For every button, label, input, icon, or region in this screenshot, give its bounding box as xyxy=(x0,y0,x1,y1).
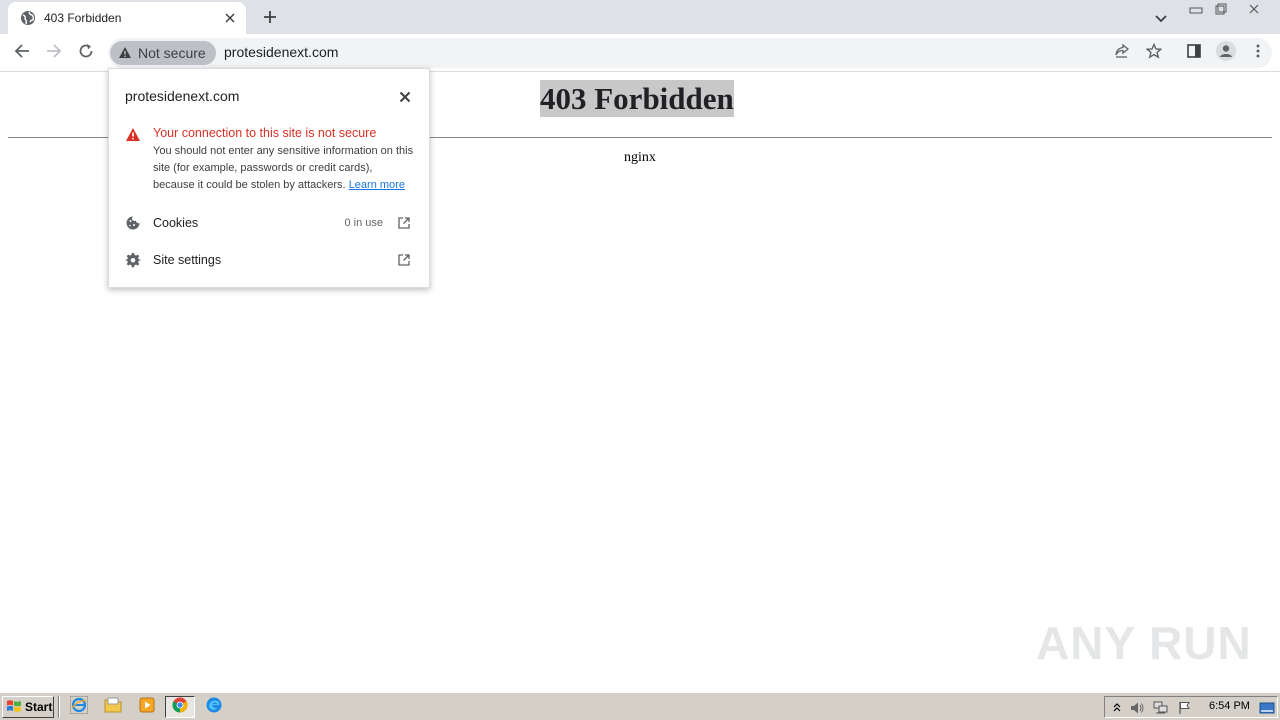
arrow-left-icon xyxy=(14,43,30,63)
tab-search-button[interactable] xyxy=(1150,6,1172,28)
site-info-popup: protesidenext.com Your connection to thi… xyxy=(108,68,430,288)
security-chip-label: Not secure xyxy=(138,45,206,61)
browser-toolbar: Not secure protesidenext.com xyxy=(0,34,1280,72)
media-player-icon xyxy=(139,697,155,717)
popup-host: protesidenext.com xyxy=(125,88,240,104)
taskbar-clock[interactable]: 6:54 PM xyxy=(1209,700,1250,712)
external-link-icon xyxy=(397,215,413,231)
chevron-down-icon xyxy=(1155,8,1167,27)
site-settings-label: Site settings xyxy=(153,253,222,267)
new-tab-button[interactable] xyxy=(258,6,282,30)
external-link-icon xyxy=(397,252,413,268)
ie-icon xyxy=(69,695,89,718)
start-button[interactable]: Start xyxy=(2,696,54,718)
menu-button[interactable] xyxy=(1244,39,1272,67)
edge-icon xyxy=(206,697,222,717)
security-chip[interactable]: Not secure xyxy=(110,41,216,65)
learn-more-link[interactable]: Learn more xyxy=(349,179,405,191)
taskbar: Start 6:54 PM xyxy=(0,692,1280,720)
cookies-count: 0 in use xyxy=(344,217,383,229)
cookies-row[interactable]: Cookies 0 in use xyxy=(109,207,429,239)
window-close-button[interactable] xyxy=(1242,0,1266,18)
url-text[interactable]: protesidenext.com xyxy=(224,44,338,60)
show-desktop-icon[interactable] xyxy=(1259,700,1275,716)
reload-button[interactable] xyxy=(72,39,100,67)
page-heading: 403 Forbidden xyxy=(540,80,734,117)
side-panel-icon xyxy=(1186,43,1202,63)
tab-close-icon[interactable] xyxy=(222,10,238,26)
connection-warning-title: Your connection to this site is not secu… xyxy=(153,126,377,140)
windows-logo-icon xyxy=(6,698,22,717)
restore-icon xyxy=(1214,0,1228,19)
anyrun-watermark: ANY RUN xyxy=(1036,612,1251,674)
network-icon[interactable] xyxy=(1153,700,1169,716)
taskbar-app-media[interactable] xyxy=(132,696,162,718)
volume-icon[interactable] xyxy=(1129,700,1145,716)
share-button[interactable] xyxy=(1111,42,1133,64)
tab-strip: 403 Forbidden xyxy=(0,0,1280,34)
warning-triangle-icon xyxy=(125,127,141,143)
popup-close-button[interactable] xyxy=(395,87,415,107)
warning-triangle-icon xyxy=(118,44,132,63)
system-tray: 6:54 PM xyxy=(1104,696,1278,718)
tab-title: 403 Forbidden xyxy=(44,11,122,25)
star-icon xyxy=(1145,42,1163,63)
cookie-icon xyxy=(125,215,141,231)
minimize-button[interactable] xyxy=(1184,0,1208,18)
taskbar-separator xyxy=(58,696,60,718)
arrow-right-icon xyxy=(46,43,62,63)
chrome-icon xyxy=(172,697,188,717)
watermark-text: ANY RUN xyxy=(1036,617,1252,669)
connection-warning-body: You should not enter any sensitive infor… xyxy=(153,143,417,194)
taskbar-app-chrome[interactable] xyxy=(165,696,195,718)
restore-button[interactable] xyxy=(1209,0,1233,18)
show-hidden-icons-icon[interactable] xyxy=(1109,700,1125,716)
browser-tab[interactable]: 403 Forbidden xyxy=(8,2,246,34)
minimize-icon xyxy=(1189,0,1203,19)
start-label: Start xyxy=(25,700,53,714)
share-icon xyxy=(1114,43,1130,63)
close-icon xyxy=(399,88,411,107)
folder-icon xyxy=(104,697,122,717)
forward-button[interactable] xyxy=(40,39,68,67)
address-bar[interactable]: Not secure protesidenext.com xyxy=(108,38,1272,68)
taskbar-app-edge[interactable] xyxy=(199,696,229,718)
reload-icon xyxy=(78,43,94,63)
kebab-menu-icon xyxy=(1256,43,1260,63)
globe-icon xyxy=(20,10,36,26)
taskbar-app-ie[interactable] xyxy=(64,695,94,718)
plus-icon xyxy=(263,9,277,28)
back-button[interactable] xyxy=(8,39,36,67)
avatar-icon xyxy=(1216,41,1236,65)
site-settings-row[interactable]: Site settings xyxy=(109,244,429,276)
profile-button[interactable] xyxy=(1212,39,1240,67)
bookmark-button[interactable] xyxy=(1143,42,1165,64)
side-panel-button[interactable] xyxy=(1180,39,1208,67)
close-icon xyxy=(1248,0,1260,19)
action-center-flag-icon[interactable] xyxy=(1177,700,1193,716)
cookies-label: Cookies xyxy=(153,216,199,230)
taskbar-app-explorer[interactable] xyxy=(98,696,128,718)
gear-icon xyxy=(125,252,141,268)
